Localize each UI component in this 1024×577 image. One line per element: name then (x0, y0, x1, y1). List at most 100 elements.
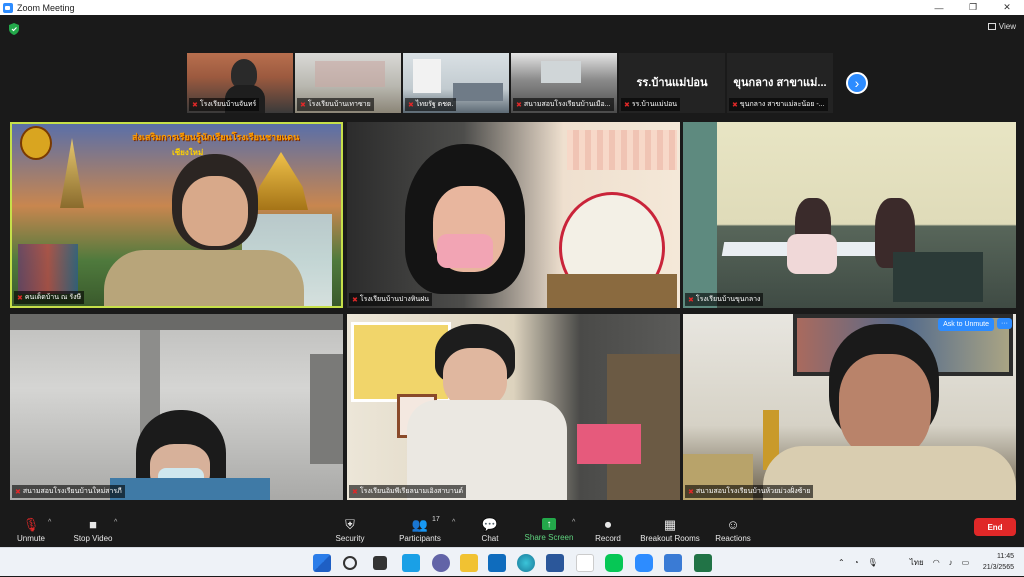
chat-bubble-icon: 💬 (481, 516, 499, 532)
participants-icon: 👥 (411, 516, 429, 532)
battery-icon[interactable]: ▭ (962, 558, 970, 567)
meeting-area: View ✖ โรงเรียนบ้านจันทร์ ✖ โรงเรียนบ้านเท… (0, 15, 1024, 513)
chat-label: Chat (481, 533, 499, 543)
share-screen-label: Share Screen (524, 533, 574, 542)
security-button[interactable]: ⛨ Security (328, 513, 372, 547)
breakout-rooms-button[interactable]: ▦ Breakout Rooms (638, 513, 702, 547)
participant-name: ✖ โรงเรียนบ้านจันทร์ (189, 98, 260, 111)
more-options-button[interactable]: ··· (997, 318, 1012, 329)
mic-tray-icon[interactable]: 🎙 (868, 558, 878, 567)
edge-browser-icon[interactable] (517, 554, 535, 572)
security-shield-icon: ⛨ (345, 516, 355, 532)
thumbnail-tile[interactable]: ขุนกลาง สาขาแม่... ✖ ขุนกลาง สาขาแม่ละน้อ… (727, 53, 833, 113)
video-options-chevron-icon[interactable]: ^ (114, 519, 117, 526)
video-tile[interactable]: ✖ โรงเรียนบ้านขุนกลาง (683, 122, 1016, 308)
video-tile[interactable]: ✖ สนามสอบโรงเรียนบ้านใหม่สารภี (10, 314, 343, 500)
view-button[interactable]: View (987, 22, 1016, 31)
reactions-label: Reactions (715, 533, 751, 543)
zoom-logo-icon (3, 2, 13, 13)
clock-date: 21/3/2565 (982, 564, 1014, 571)
unmute-button[interactable]: 🎙 Unmute (12, 513, 50, 547)
word-icon[interactable] (546, 554, 564, 572)
tray-overflow-chevron-icon[interactable]: ⌃ (838, 558, 845, 567)
next-page-button[interactable]: › (846, 72, 868, 94)
video-camera-icon: ■ (89, 516, 97, 532)
widgets-icon[interactable] (402, 554, 420, 572)
share-options-chevron-icon[interactable]: ^ (572, 519, 575, 526)
school-emblem-icon (20, 126, 52, 160)
video-tile-active-speaker[interactable]: ส่งเสริมการเรียนรู้นักเรียนโรงเรียนชายแด… (10, 122, 343, 308)
teams-chat-icon[interactable] (432, 554, 450, 572)
participant-name: ✖ โรงเรียนบ้านขุนกลาง (685, 293, 764, 306)
record-button[interactable]: ⏺ Record (588, 513, 628, 547)
zoom-app-icon[interactable] (635, 554, 653, 572)
line-app-icon[interactable] (605, 554, 623, 572)
muted-mic-icon: ✖ (17, 294, 23, 302)
photos-icon[interactable] (664, 554, 682, 572)
participants-options-chevron-icon[interactable]: ^ (452, 519, 455, 526)
participant-name: ✖ สนามสอบโรงเรียนบ้านเมือ... (513, 98, 614, 111)
close-button[interactable]: ✕ (990, 0, 1024, 15)
teams-tray-icon[interactable]: ◔ (854, 558, 859, 567)
participant-name-large: รร.บ้านแม่ปอน (636, 77, 708, 89)
record-icon: ⏺ (604, 516, 612, 532)
grid-view-icon (987, 23, 996, 30)
system-clock[interactable]: 11:45 21/3/2565 (983, 551, 1014, 573)
muted-mic-icon: ✖ (352, 296, 358, 304)
view-label: View (998, 22, 1016, 31)
video-tile[interactable]: Ask to Unmute ··· ✖ สนามสอบโรงเรียนบ้านห้… (683, 314, 1016, 500)
thumbnail-tile[interactable]: ✖ โรงเรียนบ้านจันทร์ (187, 53, 293, 113)
encryption-shield-icon[interactable] (9, 23, 19, 35)
background-banner-text: ส่งเสริมการเรียนรู้นักเรียนโรงเรียนชายแด… (132, 132, 300, 142)
participant-name: ✖ สนามสอบโรงเรียนบ้านใหม่สารภี (12, 485, 125, 498)
muted-mic-icon: ✖ (624, 101, 630, 109)
maximize-button[interactable]: ❐ (956, 0, 990, 15)
search-icon[interactable] (343, 556, 357, 570)
breakout-rooms-icon: ▦ (663, 516, 677, 532)
task-view-icon[interactable] (373, 556, 387, 570)
participant-name-large: ขุนกลาง สาขาแม่... (733, 77, 827, 89)
participant-name: ✖ โรงเรียนอิมพีเรียลนามเอิงสาบานด์ (349, 485, 467, 498)
muted-mic-icon: ✖ (516, 101, 522, 109)
stop-video-button[interactable]: ■ Stop Video (68, 513, 118, 547)
excel-icon[interactable] (694, 554, 712, 572)
participant-name: ✖ ไทยรัฐ ตชด. (405, 98, 457, 111)
chat-button[interactable]: 💬 Chat (470, 513, 510, 547)
system-tray: ⌃ ◔ 🎙 ไทย ◠ ♪ ▭ (838, 548, 969, 577)
participants-label: Participants (399, 533, 441, 543)
mail-icon[interactable] (488, 554, 506, 572)
participant-name: ✖ รร.บ้านแม่ปอน (621, 98, 681, 111)
video-tile[interactable]: ✖ โรงเรียนบ้านปางหินฝน (347, 122, 680, 308)
muted-mic-icon: ✖ (688, 488, 694, 496)
share-screen-button[interactable]: ↑ Share Screen (522, 513, 576, 547)
volume-icon[interactable]: ♪ (949, 558, 953, 567)
thumbnail-tile[interactable]: ✖ ไทยรัฐ ตชด. (403, 53, 509, 113)
stop-video-label: Stop Video (73, 533, 113, 543)
clock-time: 11:45 (997, 553, 1014, 560)
input-language[interactable]: ไทย (910, 556, 924, 569)
muted-mic-icon: ✖ (732, 101, 738, 109)
video-tile[interactable]: ✖ โรงเรียนอิมพีเรียลนามเอิงสาบานด์ (347, 314, 680, 500)
participant-name: ✖ สนามสอบโรงเรียนบ้านห้วยม่วงฝั่งซ้าย (685, 485, 814, 498)
minimize-button[interactable]: — (922, 0, 956, 15)
muted-mic-icon: ✖ (352, 488, 358, 496)
audio-options-chevron-icon[interactable]: ^ (48, 519, 51, 526)
file-explorer-icon[interactable] (460, 554, 478, 572)
participant-name: ✖ โรงเรียนบ้านปางหินฝน (349, 293, 433, 306)
meeting-toolbar: 🎙 Unmute ^ ■ Stop Video ^ ⛨ Security 👥 P… (0, 513, 1024, 547)
muted-mic-icon: ✖ (300, 101, 306, 109)
muted-mic-icon: ✖ (688, 296, 694, 304)
thumbnail-tile[interactable]: รร.บ้านแม่ปอน ✖ รร.บ้านแม่ปอน (619, 53, 725, 113)
windows-start-icon[interactable] (313, 554, 331, 572)
ask-to-unmute-button[interactable]: Ask to Unmute (938, 318, 994, 331)
os-taskbar: ⌃ ◔ 🎙 ไทย ◠ ♪ ▭ 11:45 21/3/2565 (0, 547, 1024, 576)
thumbnail-tile[interactable]: ✖ โรงเรียนบ้านเทาซาย (295, 53, 401, 113)
store-icon[interactable] (576, 554, 594, 572)
muted-mic-icon: ✖ (15, 488, 21, 496)
thumbnail-tile[interactable]: ✖ สนามสอบโรงเรียนบ้านเมือ... (511, 53, 617, 113)
chevron-right-icon: › (854, 75, 860, 91)
wifi-icon[interactable]: ◠ (933, 558, 940, 567)
end-meeting-button[interactable]: End (974, 518, 1016, 536)
reactions-button[interactable]: ☺ Reactions (710, 513, 756, 547)
mic-muted-icon: 🎙 (22, 516, 40, 532)
